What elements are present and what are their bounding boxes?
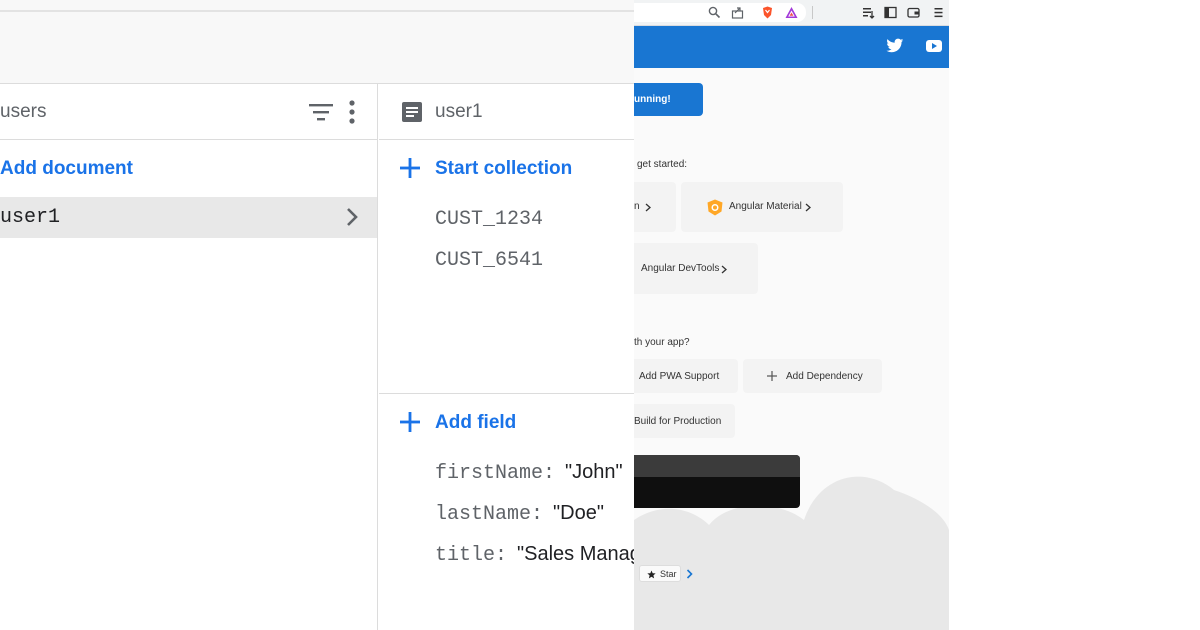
start-collection-button[interactable]: Start collection [435,158,572,180]
terminal-titlebar [634,455,800,477]
twitter-icon[interactable] [886,38,904,54]
browser-window: unning! get started: n Angular Material … [634,0,949,630]
next-steps-heading: th your app? [634,337,690,348]
resource-card[interactable]: Angular Material [681,182,843,232]
star-icon [647,570,656,579]
resource-card-label: n [634,201,640,212]
reading-list-icon[interactable] [862,6,875,19]
header-divider [0,10,634,12]
running-banner-text: unning! [634,94,671,105]
filter-icon[interactable] [309,102,333,122]
add-field-button[interactable]: Add field [435,412,516,434]
next-step-label: Build for Production [634,416,722,427]
chevron-right-icon [721,265,727,274]
sidebar-icon[interactable] [884,6,897,19]
resource-card[interactable]: n [634,182,676,232]
resource-card-label: Angular Material [729,201,802,212]
share-icon[interactable] [731,6,744,19]
toolbar-separator [812,6,813,19]
chevron-right-icon[interactable] [686,569,693,579]
resources-heading: get started: [637,159,688,170]
console-header [0,0,634,84]
next-step-button[interactable]: Build for Production [634,404,735,438]
address-bar[interactable] [634,3,806,22]
field-value: "Doe" [553,502,604,524]
chevron-right-icon [645,203,651,212]
field-row[interactable]: firstName: "John" [435,461,623,485]
github-star-button[interactable]: Star [639,565,681,582]
next-step-button[interactable]: Add PWA Support [634,359,738,393]
star-button-label: Star [660,569,677,579]
running-banner: unning! [634,83,703,116]
terminal-box [634,455,800,508]
field-key: firstName: [435,462,556,485]
next-step-label: Add PWA Support [639,371,720,382]
resource-card-label: Angular DevTools [641,263,720,274]
section-divider [379,393,634,394]
menu-icon[interactable] [932,6,945,19]
resource-card[interactable]: Angular DevTools [634,243,758,294]
youtube-icon[interactable] [926,40,942,52]
field-row[interactable]: title: "Sales Manage [435,543,634,567]
brave-shield-icon[interactable] [761,6,774,19]
wallet-icon[interactable] [907,6,920,19]
chevron-right-icon [347,208,358,226]
field-key: title: [435,544,508,567]
document-title: user1 [435,101,483,122]
browser-toolbar [634,0,949,26]
angular-toolbar [634,26,949,68]
document-header: user1 [379,84,634,140]
more-vert-icon[interactable] [342,100,362,124]
add-icon[interactable] [399,157,421,179]
zoom-icon[interactable] [708,6,721,19]
plus-icon [767,371,777,381]
chevron-right-icon [805,203,811,212]
field-row[interactable]: lastName: "Doe" [435,502,604,526]
field-value: "Sales Manage [517,543,634,565]
document-row[interactable]: user1 [0,197,377,238]
field-value: "John" [565,461,623,483]
subcollection-item[interactable]: CUST_6541 [435,249,543,272]
document-icon [402,102,422,122]
document-id: user1 [0,206,61,229]
next-step-label: Add Dependency [786,371,863,382]
firestore-panel: users Add document user1 user1 Start col… [0,0,634,630]
collection-column: users Add document user1 [0,84,378,630]
collection-header: users [0,84,377,140]
add-icon[interactable] [399,411,421,433]
add-document-button[interactable]: Add document [0,158,133,180]
field-key: lastName: [435,503,544,526]
document-column: user1 Start collection CUST_1234 CUST_65… [379,84,634,630]
subcollection-item[interactable]: CUST_1234 [435,208,543,231]
collection-title: users [0,101,47,122]
brave-rewards-icon[interactable] [785,6,798,19]
next-step-button[interactable]: Add Dependency [743,359,882,393]
angular-material-icon [707,199,723,216]
